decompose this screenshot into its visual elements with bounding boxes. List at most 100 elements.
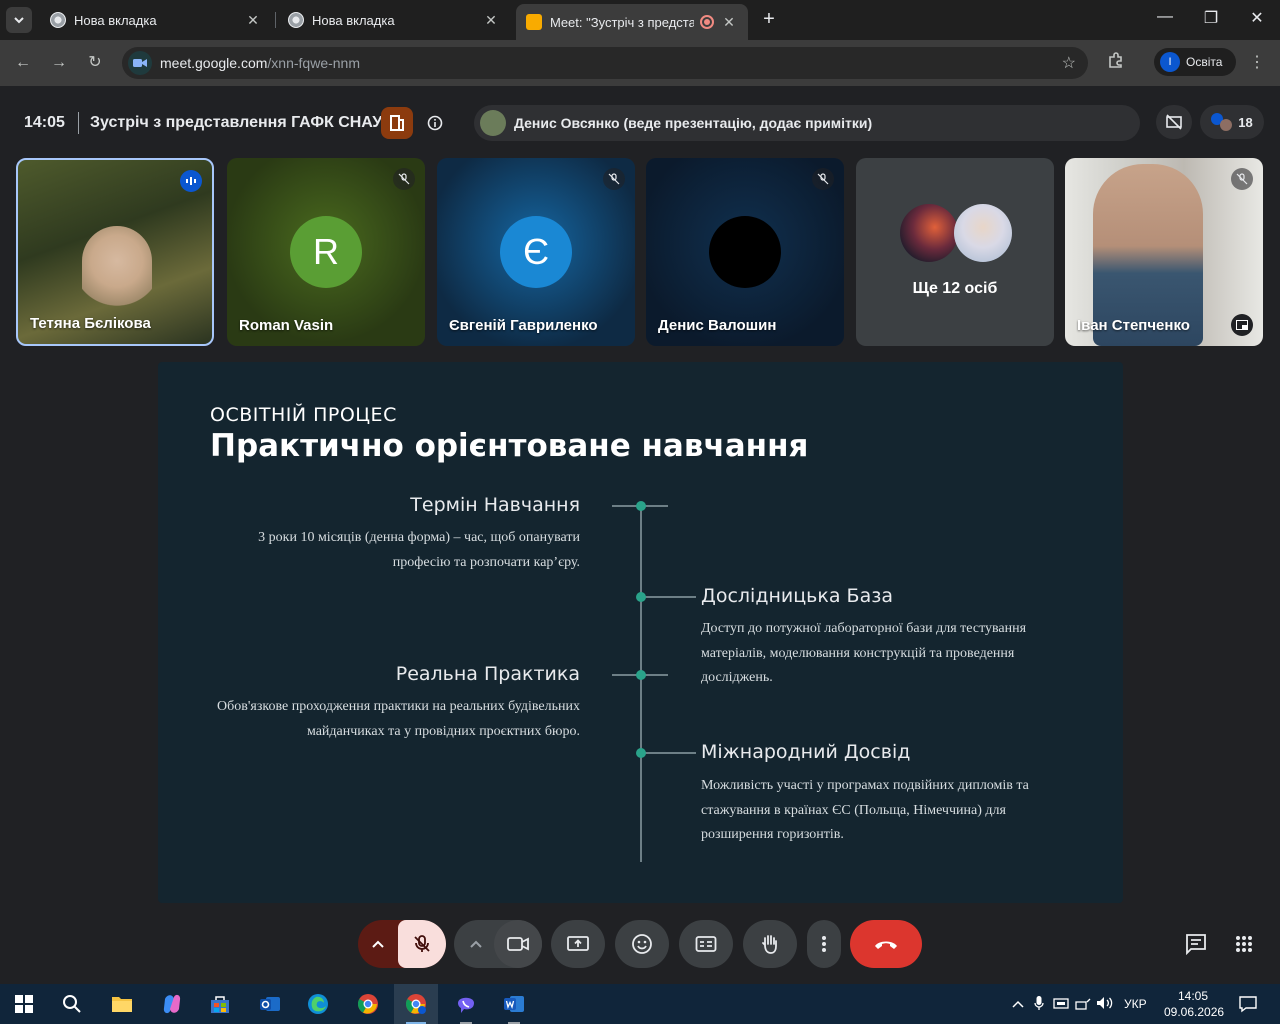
apps-grid-icon (1236, 936, 1252, 952)
start-button[interactable] (2, 984, 46, 1024)
menu-kebab-icon[interactable]: ⋮ (1245, 51, 1269, 75)
microphone-control (358, 920, 446, 968)
forward-icon[interactable]: → (47, 51, 71, 75)
activities-button[interactable] (1230, 930, 1258, 958)
reactions-button[interactable] (615, 920, 669, 968)
file-explorer-app[interactable] (100, 984, 144, 1024)
show-hidden-icons[interactable] (1008, 997, 1028, 1011)
close-tab-icon[interactable]: ✕ (244, 12, 262, 29)
taskbar-clock[interactable]: 14:05 09.06.2026 (1164, 988, 1224, 1020)
participants-avatars-icon (1211, 113, 1233, 131)
section-text: Обов'язкове проходження практики на реал… (217, 699, 580, 739)
close-window-icon[interactable]: ✕ (1242, 8, 1272, 32)
minimize-icon[interactable]: — (1150, 8, 1180, 32)
timeline-node (636, 748, 646, 758)
tab-separator (275, 12, 276, 28)
reload-icon[interactable]: ↻ (83, 51, 107, 75)
raise-hand-button[interactable] (743, 920, 797, 968)
wifi-icon[interactable] (1072, 996, 1094, 1013)
new-tab-button[interactable]: + (758, 8, 780, 30)
tab-search-button[interactable] (6, 7, 32, 33)
participant-tile[interactable]: Іван Степченко (1065, 158, 1263, 346)
close-tab-icon[interactable]: ✕ (720, 14, 738, 31)
participant-tile[interactable]: Денис Валошин (646, 158, 844, 346)
back-icon[interactable]: ← (11, 51, 35, 75)
notifications-button[interactable] (1226, 984, 1270, 1024)
windows-taskbar: УКР 14:05 09.06.2026 (0, 984, 1280, 1024)
section-heading: Дослідницька База (701, 585, 893, 607)
people-button[interactable]: 18 (1200, 105, 1264, 139)
site-camera-icon[interactable] (128, 51, 152, 75)
input-language[interactable]: УКР (1124, 997, 1147, 1011)
more-participants-tile[interactable]: Ще 12 осіб (856, 158, 1054, 346)
leave-call-button[interactable] (850, 920, 922, 968)
browser-toolbar: ← → ↻ meet.google.com/xnn-fqwe-nnm ☆ ⋮ (0, 40, 1280, 86)
pin-tile-icon[interactable] (1231, 314, 1253, 336)
presenter-avatar (480, 110, 506, 136)
chrome-app[interactable] (346, 984, 390, 1024)
present-screen-icon (567, 936, 589, 951)
camera-options-button[interactable] (454, 920, 498, 968)
room-badge[interactable] (381, 107, 413, 139)
viber-app[interactable] (444, 984, 488, 1024)
mic-toggle-button[interactable] (398, 920, 446, 968)
tab-title: Нова вкладка (74, 12, 157, 28)
edge-icon (308, 994, 328, 1014)
network-icon[interactable] (1050, 996, 1072, 1013)
no-video-grid-icon (1166, 114, 1182, 130)
camera-control (454, 920, 542, 968)
timeline-node (636, 592, 646, 602)
search-icon (63, 995, 81, 1013)
participant-tile[interactable]: Є Євгеній Гавриленко (437, 158, 635, 346)
participant-name: Денис Валошин (658, 317, 777, 334)
chrome-profile-app[interactable] (394, 984, 438, 1024)
divider (78, 112, 79, 134)
profile-button[interactable]: I Освіта (1154, 48, 1236, 76)
restore-icon[interactable]: ❐ (1196, 8, 1226, 32)
more-participants-label: Ще 12 осіб (912, 280, 998, 297)
camera-toggle-button[interactable] (494, 920, 542, 968)
address-bar[interactable]: meet.google.com/xnn-fqwe-nnm ☆ (122, 47, 1088, 79)
presenter-banner[interactable]: Денис Овсянко (веде презентацію, додає п… (474, 105, 1140, 141)
participant-tile[interactable]: R Roman Vasin (227, 158, 425, 346)
notification-icon (1239, 996, 1257, 1013)
outlook-app[interactable] (248, 984, 292, 1024)
search-button[interactable] (50, 984, 94, 1024)
viber-icon (458, 997, 474, 1013)
bookmark-star-icon[interactable]: ☆ (1062, 53, 1076, 73)
tab-new-2[interactable]: Нова вкладка ✕ (278, 6, 510, 34)
meeting-title: Зустріч з представлення ГАФК СНАУ (90, 114, 383, 131)
folder-icon (112, 997, 132, 1012)
participant-tile[interactable]: Тетяна Бєлікова (16, 158, 214, 346)
avatar: R (290, 216, 362, 288)
copilot-app[interactable] (150, 984, 194, 1024)
hide-tiles-button[interactable] (1156, 105, 1192, 139)
info-icon (427, 115, 443, 131)
meet-icon (526, 14, 542, 30)
timeline-connector (640, 596, 696, 598)
extensions-icon[interactable] (1104, 51, 1128, 75)
mic-off-icon (414, 935, 430, 952)
word-app[interactable] (492, 984, 536, 1024)
microphone-tray-icon[interactable] (1028, 995, 1050, 1014)
avatar (900, 204, 958, 262)
edge-app[interactable] (296, 984, 340, 1024)
section-heading: Міжнародний Досвід (701, 741, 911, 763)
close-tab-icon[interactable]: ✕ (482, 12, 500, 29)
meeting-info-button[interactable] (424, 112, 446, 134)
captions-button[interactable] (679, 920, 733, 968)
tab-new-1[interactable]: Нова вкладка ✕ (40, 6, 272, 34)
mic-off-icon (393, 168, 415, 190)
camera-icon (507, 937, 529, 951)
chat-button[interactable] (1182, 930, 1210, 958)
emoji-icon (632, 934, 652, 954)
more-options-button[interactable] (807, 920, 841, 968)
captions-icon (695, 936, 717, 952)
tab-meet[interactable]: Meet: "Зустріч з представл ✕ (516, 4, 748, 40)
mic-options-button[interactable] (358, 920, 398, 968)
present-screen-button[interactable] (551, 920, 605, 968)
chrome-icon (50, 12, 66, 28)
volume-icon[interactable] (1094, 996, 1116, 1013)
store-app[interactable] (198, 984, 242, 1024)
meeting-time: 14:05 (24, 114, 65, 131)
